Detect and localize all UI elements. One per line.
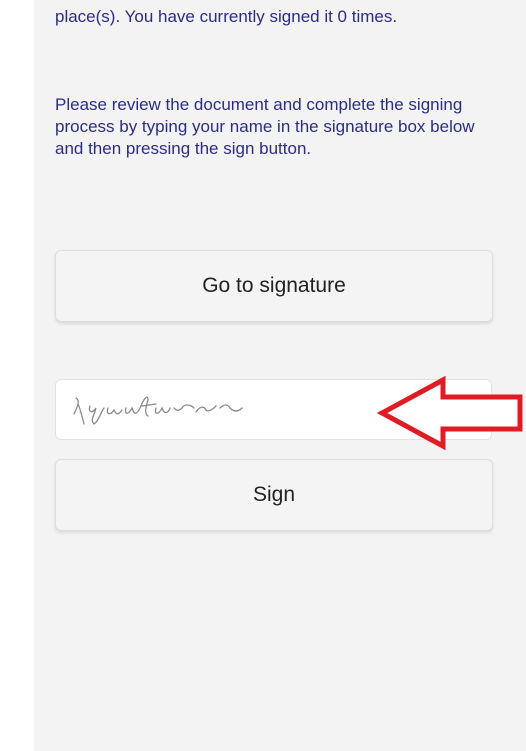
instructions-text: Please review the document and complete … bbox=[55, 95, 475, 158]
signing-page: place(s). You have currently signed it 0… bbox=[0, 0, 526, 751]
sign-button-label: Sign bbox=[252, 483, 296, 506]
signed-count-text: place(s). You have currently signed it 0… bbox=[55, 7, 398, 26]
red-arrow-left-icon bbox=[376, 375, 523, 451]
left-margin bbox=[0, 0, 34, 751]
go-to-signature-button[interactable]: Go to signature bbox=[55, 250, 493, 322]
signature-placeholder bbox=[73, 396, 243, 425]
sign-button[interactable]: Sign bbox=[55, 459, 493, 531]
go-to-signature-label: Go to signature bbox=[202, 274, 346, 297]
